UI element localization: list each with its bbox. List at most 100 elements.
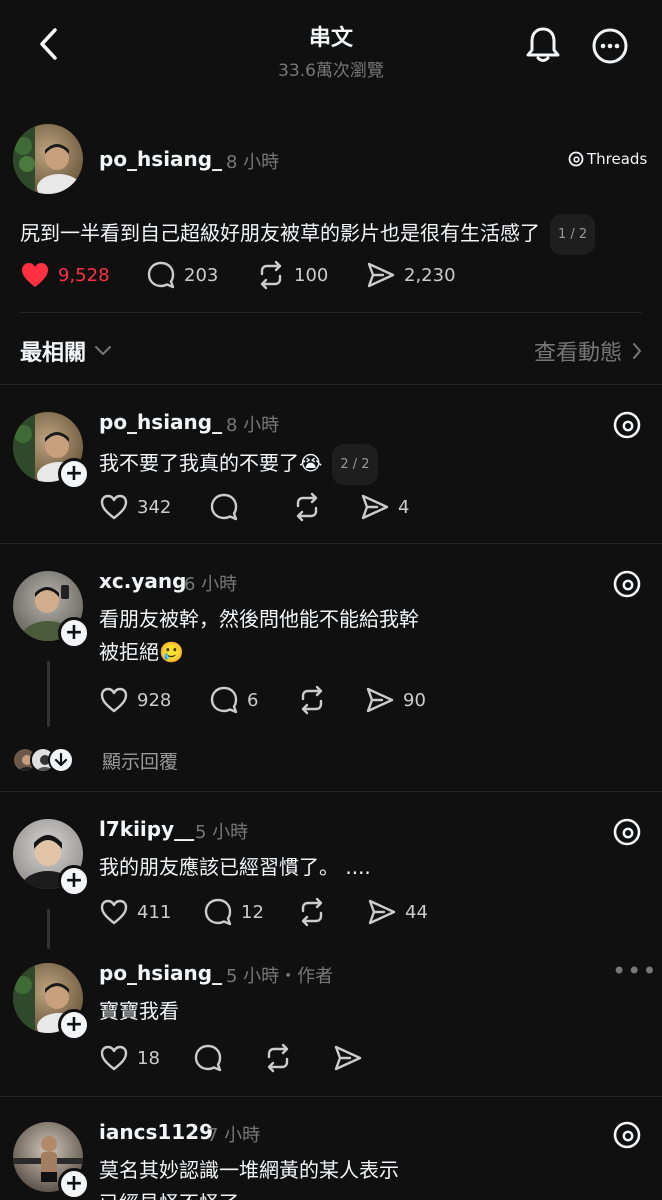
comment-button[interactable]: 6	[209, 685, 297, 715]
like-count: 411	[137, 901, 172, 923]
reply-text: 寶寶我看	[99, 995, 179, 1028]
reply-text-line: 我不要了我真的不要了😭	[99, 451, 323, 475]
username[interactable]: po_hsiang_	[99, 147, 222, 171]
threads-logo-icon[interactable]	[612, 1120, 642, 1150]
sort-dropdown[interactable]: 最相關	[20, 335, 112, 367]
reply-text: 看朋友被幹，然後問他能不能給我幹 被拒絕🥲	[99, 603, 419, 669]
follow-button[interactable]: +	[58, 1168, 90, 1200]
share-count: 4	[398, 496, 410, 518]
threads-badge-label: Threads	[587, 150, 648, 168]
comment-count: 12	[241, 901, 264, 923]
repost-icon	[301, 897, 323, 927]
thread-line	[47, 661, 50, 727]
reply-actions: 342 4	[99, 492, 409, 522]
like-button[interactable]: 9,528	[20, 261, 146, 289]
reply-time: 5 小時	[195, 822, 249, 843]
threads-logo-icon	[568, 151, 584, 167]
threads-logo-icon[interactable]	[612, 569, 642, 599]
repost-button[interactable]: 100	[256, 260, 366, 290]
repost-icon	[296, 492, 318, 522]
repost-count: 100	[294, 264, 329, 286]
like-count: 342	[137, 496, 172, 518]
reply-time: 6 小時	[184, 574, 238, 595]
view-activity-link[interactable]: 查看動態	[534, 335, 642, 367]
like-button[interactable]: 342	[99, 493, 209, 521]
repost-button[interactable]	[297, 685, 365, 715]
like-button[interactable]: 411	[99, 898, 203, 926]
username[interactable]: l7kiipy__	[99, 817, 194, 841]
follow-button[interactable]: +	[58, 617, 90, 649]
comment-button[interactable]	[193, 1043, 263, 1073]
reply-text: 我不要了我真的不要了😭 2 / 2	[99, 444, 378, 485]
threads-badge[interactable]: Threads	[568, 150, 647, 168]
divider	[20, 312, 642, 313]
share-button[interactable]: 44	[367, 897, 428, 927]
share-button[interactable]: 2,230	[366, 260, 456, 290]
comment-button[interactable]: 203	[146, 260, 256, 290]
chevron-down-icon	[95, 346, 112, 355]
post-time: 8 小時	[226, 152, 280, 173]
like-count: 18	[137, 1047, 160, 1069]
thread-pager: 2 / 2	[332, 444, 378, 485]
show-replies-label: 顯示回覆	[102, 750, 179, 773]
send-icon	[361, 494, 389, 520]
username[interactable]: iancs1129	[99, 1120, 213, 1144]
like-button[interactable]: 18	[99, 1044, 193, 1072]
send-icon	[368, 899, 396, 925]
username[interactable]: po_hsiang_	[99, 410, 222, 434]
thread-line	[47, 909, 50, 949]
follow-button[interactable]: +	[58, 458, 90, 490]
notification-button[interactable]	[525, 26, 561, 64]
reply-text-line: 莫名其妙認識一堆網黃的某人表示	[99, 1158, 399, 1182]
view-count: 33.6萬次瀏覽	[278, 61, 384, 81]
share-count: 44	[405, 901, 428, 923]
comment-icon	[194, 1044, 222, 1072]
arrow-down-icon	[48, 747, 74, 773]
repost-icon	[267, 1043, 289, 1073]
comment-button[interactable]: 12	[203, 897, 297, 927]
threads-logo-icon[interactable]	[612, 410, 642, 440]
reply-text: 莫名其妙認識一堆網黃的某人表示 已經見怪不怪了	[99, 1154, 399, 1200]
send-icon	[366, 687, 394, 713]
post-actions: 9,528 203 100 2,230	[20, 260, 456, 290]
like-count: 928	[137, 689, 172, 711]
share-count: 90	[403, 689, 426, 711]
heart-filled-icon	[22, 263, 48, 287]
share-button[interactable]: 4	[360, 492, 409, 522]
repost-button[interactable]	[263, 1043, 333, 1073]
share-button[interactable]: 90	[365, 685, 426, 715]
title-block: 串文 33.6萬次瀏覽	[0, 20, 662, 81]
comment-button[interactable]	[209, 492, 292, 522]
top-bar: 串文 33.6萬次瀏覽	[0, 0, 662, 100]
follow-button[interactable]: +	[58, 865, 90, 897]
reply-text-line: 已經見怪不怪了	[99, 1187, 399, 1200]
heart-icon	[100, 1045, 128, 1071]
comment-icon	[147, 261, 175, 289]
username[interactable]: po_hsiang_	[99, 961, 222, 985]
share-count: 2,230	[404, 264, 456, 286]
repost-button[interactable]	[297, 897, 367, 927]
view-activity-label: 查看動態	[533, 341, 622, 366]
follow-button[interactable]: +	[58, 1009, 90, 1041]
share-button[interactable]	[333, 1043, 363, 1073]
reply-actions: 411 12 44	[99, 897, 428, 927]
username[interactable]: xc.yang	[99, 569, 186, 593]
divider	[0, 1096, 662, 1097]
comment-count: 203	[184, 264, 219, 286]
avatar[interactable]	[13, 124, 83, 194]
threads-logo-icon[interactable]	[612, 817, 642, 847]
more-options-button[interactable]: •••	[612, 957, 657, 985]
more-icon	[592, 28, 628, 64]
reply-actions: 18	[99, 1043, 363, 1073]
comment-icon	[210, 686, 238, 714]
more-options-button[interactable]	[592, 28, 628, 64]
repost-button[interactable]	[292, 492, 360, 522]
reply-text: 我的朋友應該已經習慣了。 ....	[99, 851, 371, 884]
page-title: 串文	[308, 26, 353, 51]
show-replies-button[interactable]: 顯示回覆	[12, 740, 178, 780]
comment-count: 6	[247, 689, 259, 711]
bell-icon	[526, 27, 560, 62]
divider	[0, 384, 662, 385]
like-button[interactable]: 928	[99, 686, 209, 714]
post-text: 尻到一半看到自己超級好朋友被草的影片也是很有生活感了 1 / 2	[20, 214, 596, 255]
